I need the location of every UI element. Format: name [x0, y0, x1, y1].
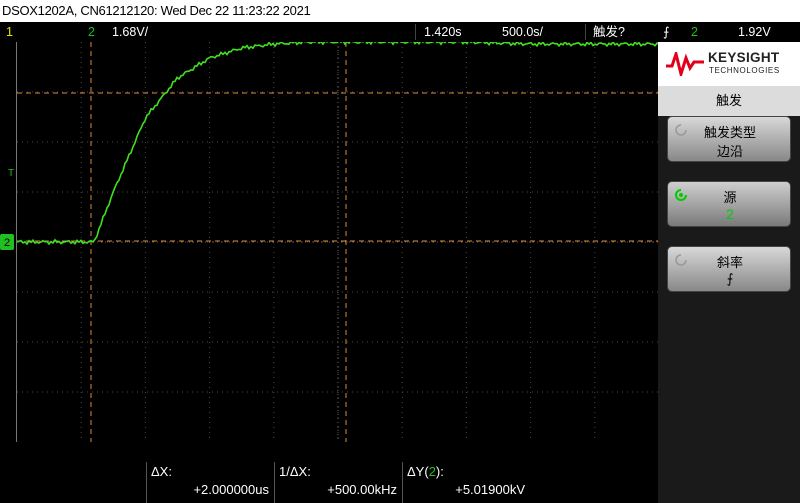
channel-2-scale: 1.68V/ [112, 25, 149, 39]
softkey-trigger-type[interactable]: 触发类型 边沿 [667, 116, 791, 162]
brand-logo: KEYSIGHT TECHNOLOGIES [658, 42, 800, 86]
delta-y-value: +5.01900kV [455, 482, 525, 497]
delta-y-channel: 2 [428, 464, 436, 479]
softkey-label: 源 [723, 190, 737, 205]
brand-sub: TECHNOLOGIES [709, 66, 780, 75]
inverse-delta-x-label: 1/ΔX: [279, 464, 311, 479]
softkey-value: 边沿 [716, 144, 743, 159]
svg-text:2: 2 [4, 237, 10, 249]
softkey-label: 触发类型 [703, 125, 756, 140]
menu-title: 触发 [658, 86, 800, 116]
time-scale: 1.420s [424, 25, 462, 39]
sample-rate: 500.0s/ [502, 25, 544, 39]
softkey-value: ⨍ [726, 271, 734, 286]
trigger-slope-icon: ⨍ [663, 25, 670, 39]
softkey-source[interactable]: 源 2 [667, 181, 791, 227]
softkey-slope[interactable]: 斜率 ⨍ [667, 246, 791, 292]
keysight-wave-icon [666, 52, 704, 76]
trigger-level-marker[interactable]: T [8, 168, 14, 179]
trigger-level: 1.92V [738, 25, 771, 39]
inverse-delta-x-value: +500.00kHz [327, 482, 397, 497]
delta-x-value: +2.000000us [193, 482, 269, 497]
softkey-label: 斜率 [716, 255, 743, 270]
softkey-value: 2 [726, 206, 734, 222]
trigger-status: 触发? [593, 25, 625, 39]
softkey-panel: KEYSIGHT TECHNOLOGIES 触发 触发类型 边沿 源 2 斜率 … [658, 42, 800, 503]
delta-x-readout: ΔX: +2.000000us [146, 462, 273, 503]
status-bar: 1 2 1.68V/ 1.420s 500.0s/ 触发? ⨍ 2 1.92V [0, 22, 800, 42]
brand-name: KEYSIGHT [708, 50, 780, 65]
divider [415, 24, 416, 40]
inverse-delta-x-readout: 1/ΔX: +500.00kHz [274, 462, 401, 503]
delta-y-label: ΔY(2): [407, 464, 444, 479]
channel-2-ground-marker[interactable]: 2 [0, 232, 16, 254]
delta-x-label: ΔX: [151, 464, 172, 479]
channel-2-indicator[interactable]: 2 [88, 22, 95, 42]
title-bar: DSOX1202A, CN61212120: Wed Dec 22 11:23:… [0, 0, 800, 22]
channel-1-indicator[interactable]: 1 [6, 22, 13, 42]
waveform-grid[interactable] [16, 42, 660, 442]
divider [585, 24, 586, 40]
measurement-bar: ΔX: +2.000000us 1/ΔX: +500.00kHz ΔY(2): … [0, 462, 658, 503]
trigger-source: 2 [691, 25, 698, 39]
delta-y-readout: ΔY(2): +5.01900kV [402, 462, 529, 503]
